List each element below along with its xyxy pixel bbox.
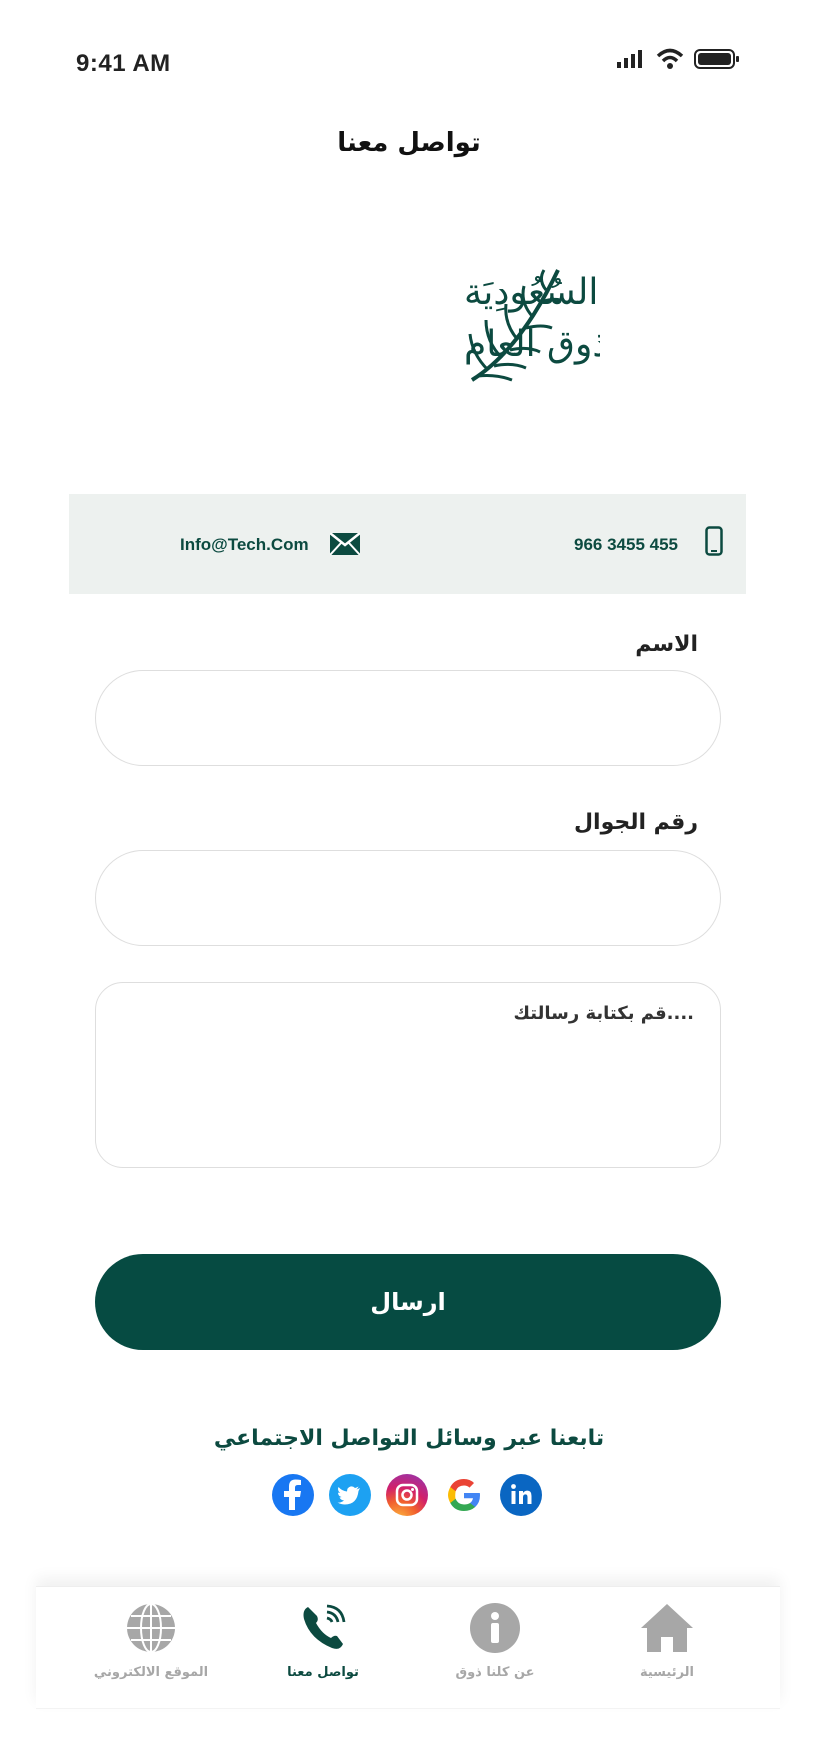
page-title: تواصل معنا [337, 128, 481, 158]
google-icon[interactable] [443, 1474, 485, 1516]
info-icon [470, 1603, 520, 1653]
facebook-icon[interactable] [272, 1474, 314, 1516]
nav-label-about: عن كلنا ذوق [455, 1665, 535, 1680]
nav-item-contact[interactable]: تواصل معنا [238, 1601, 408, 1680]
wifi-icon [656, 48, 684, 69]
message-placeholder: ....قم بكتابة رسالتك [513, 1003, 694, 1024]
status-bar: 9:41 AM [0, 0, 818, 120]
message-textarea[interactable]: ....قم بكتابة رسالتك [95, 982, 721, 1168]
twitter-icon[interactable] [329, 1474, 371, 1516]
nav-label-contact: تواصل معنا [287, 1665, 359, 1680]
nav-label-home: الرئيسية [639, 1665, 695, 1680]
instagram-icon[interactable] [386, 1474, 428, 1516]
battery-icon [694, 49, 739, 69]
submit-button[interactable]: ارسال [95, 1254, 721, 1350]
bottom-divider [36, 1708, 780, 1709]
name-input[interactable] [95, 670, 721, 766]
home-icon [641, 1604, 693, 1652]
logo-line-1: الجَمْعِيَة السُعُودِيَة [464, 272, 600, 313]
phone-call-icon [303, 1604, 346, 1649]
bottom-navigation: الموقع الالكتروني تواصل معنا عن كلنا ذوق… [36, 1586, 780, 1709]
name-label: الاسم [635, 632, 698, 657]
nav-label-website: الموقع الالكتروني [93, 1665, 209, 1680]
status-time: 9:41 AM [76, 50, 171, 77]
status-icons [616, 48, 740, 70]
mobile-phone-icon [705, 526, 723, 556]
social-icons-row [272, 1474, 542, 1516]
social-title: تابعنا عبر وسائل التواصل الاجتماعي [213, 1426, 605, 1451]
mobile-input[interactable] [95, 850, 721, 946]
mail-icon [330, 533, 360, 555]
nav-item-website[interactable]: الموقع الالكتروني [66, 1601, 236, 1680]
logo-line-2: للذوق العام [464, 324, 600, 365]
nav-item-about[interactable]: عن كلنا ذوق [410, 1601, 580, 1680]
mobile-label: رقم الجوال [573, 810, 698, 835]
globe-icon [127, 1603, 175, 1653]
linkedin-icon[interactable] [500, 1474, 542, 1516]
nav-item-home[interactable]: الرئيسية [582, 1601, 752, 1680]
signal-icon [617, 50, 642, 68]
contact-phone[interactable]: 966 3455 455 [574, 535, 678, 555]
contact-email[interactable]: Info@Tech.Com [180, 535, 309, 555]
association-logo: الجَمْعِيَة السُعُودِيَة للذوق العام [464, 269, 600, 382]
